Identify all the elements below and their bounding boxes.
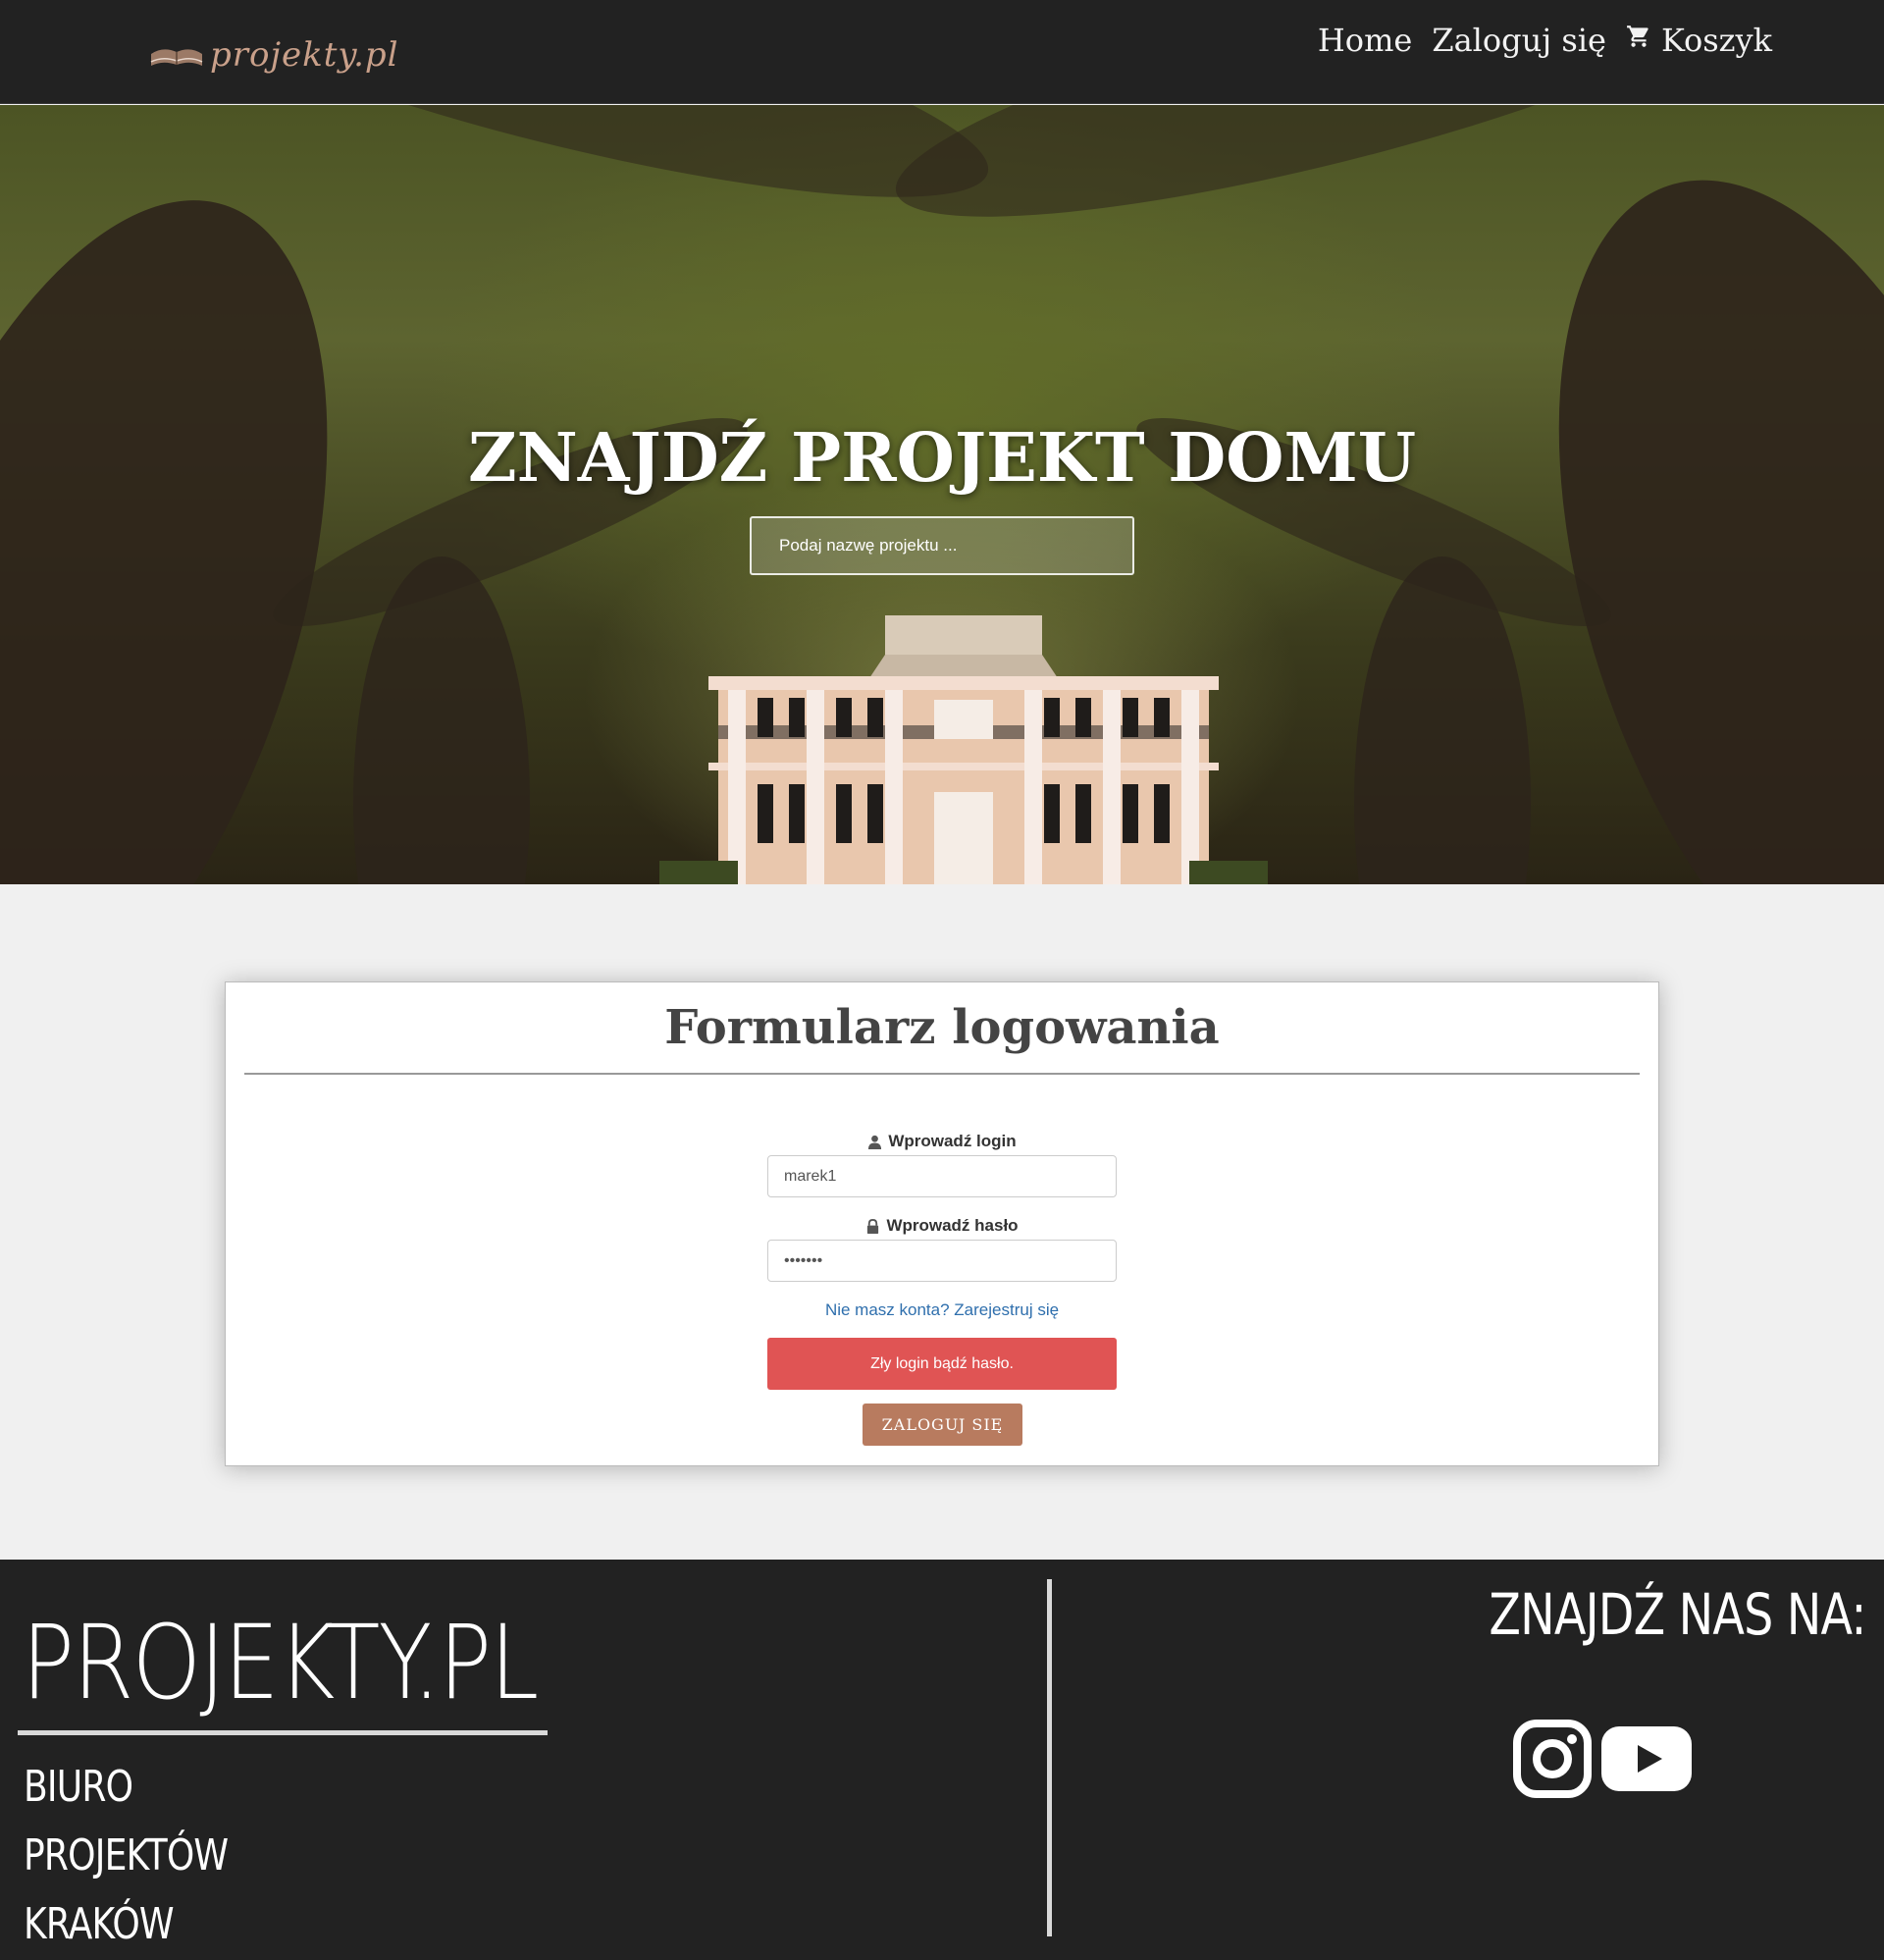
nav-login-link[interactable]: Zaloguj się (1432, 22, 1606, 59)
instagram-icon[interactable] (1513, 1720, 1592, 1798)
login-submit-button[interactable]: ZALOGUJ SIĘ (863, 1404, 1022, 1446)
lock-icon (867, 1218, 879, 1234)
find-us-heading: ZNAJDŹ NAS NA: (1489, 1581, 1867, 1648)
nav-links: Home Zaloguj się Koszyk (1318, 0, 1772, 80)
brand-underline (18, 1730, 548, 1735)
nav-cart-link[interactable]: Koszyk (1626, 22, 1772, 59)
error-alert: Zły login bądź hasło. (767, 1338, 1117, 1390)
logo-text: projekty.pl (210, 35, 399, 75)
book-logo-icon (150, 49, 203, 66)
nav-cart-label: Koszyk (1660, 22, 1772, 59)
user-icon (868, 1135, 882, 1149)
footer-line-3: KRAKÓW (24, 1899, 175, 1949)
title-divider (244, 1073, 1640, 1075)
hero-banner: ZNAJDŹ PROJEKT DOMU (0, 105, 1884, 884)
footer-line-2: PROJEKTÓW (24, 1830, 229, 1881)
youtube-icon[interactable] (1601, 1726, 1692, 1791)
login-label-text: Wprowadź login (888, 1132, 1017, 1150)
footer: PROJEKTY.PL BIURO PROJEKTÓW KRAKÓW ZNAJD… (0, 1560, 1884, 1960)
login-form-title: Formularz logowania (664, 1000, 1220, 1055)
footer-brand: PROJEKTY.PL (22, 1603, 539, 1722)
cart-icon (1627, 26, 1648, 47)
hero-title: ZNAJDŹ PROJEKT DOMU (467, 419, 1417, 498)
logo[interactable]: projekty.pl (149, 16, 399, 94)
house-image (659, 615, 1268, 884)
footer-divider (1047, 1579, 1052, 1936)
footer-line-1: BIURO (24, 1762, 133, 1812)
login-card: Formularz logowania Wprowadź login Wprow… (225, 981, 1659, 1466)
login-input[interactable] (767, 1155, 1117, 1197)
navbar: projekty.pl Home Zaloguj się Koszyk (0, 0, 1884, 104)
password-label: Wprowadź hasło (226, 1216, 1658, 1236)
register-link[interactable]: Nie masz konta? Zarejestruj się (226, 1300, 1658, 1320)
project-search-input[interactable] (750, 516, 1134, 575)
nav-home-link[interactable]: Home (1318, 22, 1412, 59)
login-label: Wprowadź login (226, 1132, 1658, 1151)
password-input[interactable] (767, 1240, 1117, 1282)
password-label-text: Wprowadź hasło (886, 1216, 1019, 1235)
